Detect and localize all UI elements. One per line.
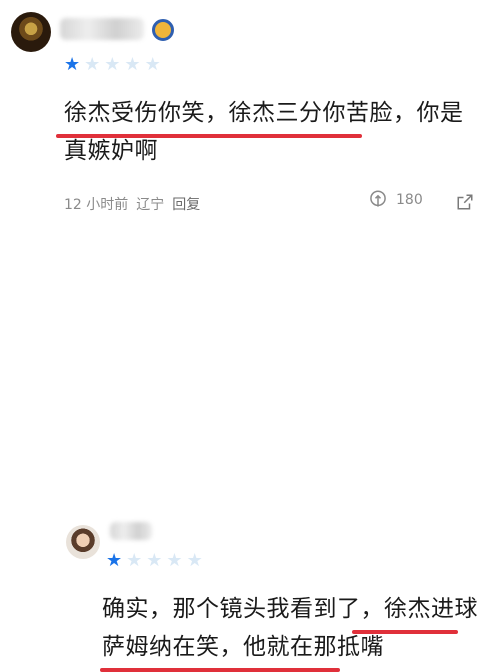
highlight-underline [100, 668, 340, 672]
username-blurred[interactable] [110, 522, 152, 540]
star-icon: ★ [144, 54, 161, 75]
like-count: 180 [396, 192, 423, 208]
reply-button[interactable]: 回复 [172, 194, 200, 214]
avatar[interactable] [11, 12, 51, 52]
username-blurred[interactable] [60, 18, 144, 40]
star-rating: ★ ★ ★ ★ ★ [106, 552, 203, 570]
comment-location: 辽宁 [136, 197, 165, 213]
star-icon: ★ [126, 550, 143, 571]
star-icon: ★ [166, 550, 183, 571]
highlight-underline [352, 630, 458, 634]
star-icon: ★ [106, 550, 123, 571]
highlight-underline [56, 134, 362, 138]
comment-card: ★ ★ ★ ★ ★ 徐杰受伤你笑，徐杰三分你苦脸，你是真嫉妒啊 12 小时前 辽… [0, 0, 500, 250]
star-icon: ★ [64, 54, 81, 75]
star-rating: ★ ★ ★ ★ ★ [64, 56, 161, 74]
thumb-icon [370, 190, 386, 207]
star-icon: ★ [146, 550, 163, 571]
reply-card: ★ ★ ★ ★ ★ 确实，那个镜头我看到了，徐杰进球萨姆纳在笑，他就在那抵嘴 [0, 256, 500, 672]
comment-meta: 12 小时前 辽宁 回复 [64, 194, 200, 214]
share-icon[interactable] [456, 193, 474, 211]
star-icon: ★ [104, 54, 121, 75]
like-button[interactable]: 180 [368, 190, 423, 210]
badge-icon [152, 19, 174, 41]
star-icon: ★ [186, 550, 203, 571]
star-icon: ★ [84, 54, 101, 75]
comment-text: 确实，那个镜头我看到了，徐杰进球萨姆纳在笑，他就在那抵嘴 [102, 596, 478, 660]
star-icon: ★ [124, 54, 141, 75]
comment-text: 徐杰受伤你笑，徐杰三分你苦脸，你是真嫉妒啊 [64, 100, 464, 164]
avatar[interactable] [66, 525, 100, 559]
comment-time: 12 小时前 [64, 197, 129, 213]
